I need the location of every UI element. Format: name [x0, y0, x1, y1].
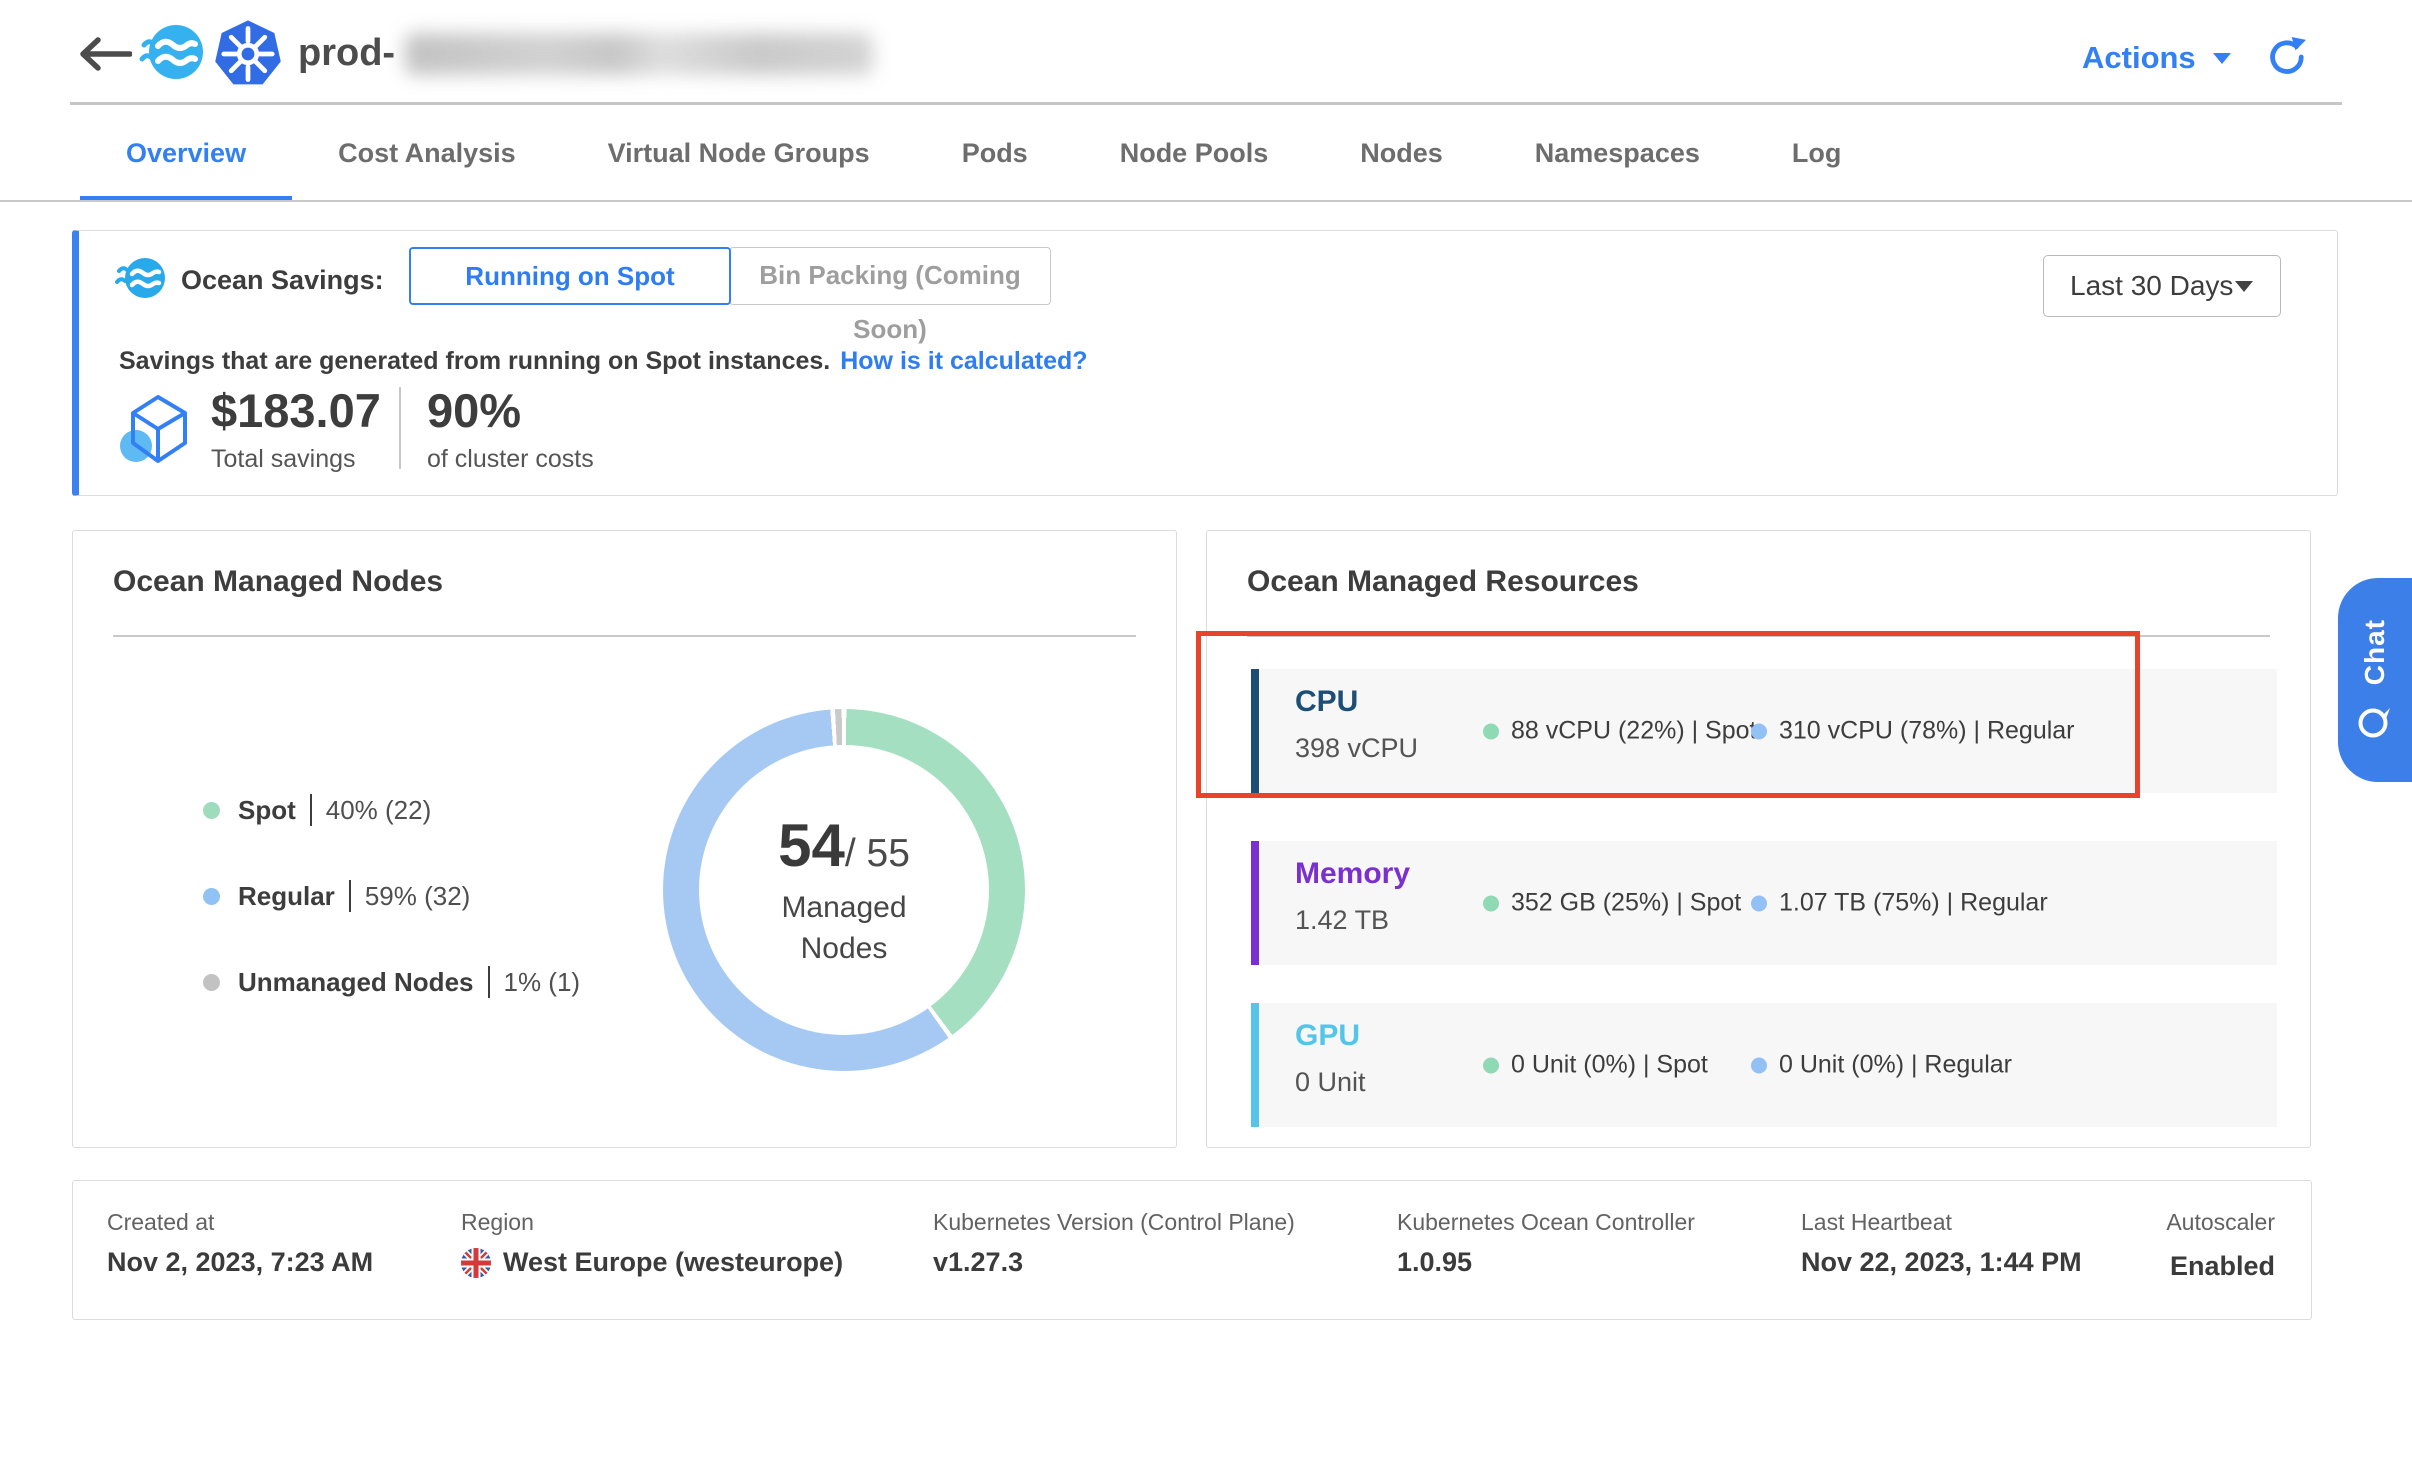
resources-card-title: Ocean Managed Resources [1247, 565, 1639, 599]
running-on-spot-button[interactable]: Running on Spot [409, 247, 731, 305]
resources-card-divider [1247, 635, 2270, 637]
regular-dot-icon [1751, 895, 1767, 911]
savings-label: Ocean Savings: [181, 265, 384, 296]
legend-item-spot: Spot 40% (22) [203, 793, 580, 827]
actions-button[interactable]: Actions [2082, 40, 2232, 76]
donut-center: 54/ 55 Managed Nodes [699, 745, 989, 1035]
regular-dot-icon [1751, 723, 1767, 739]
page-title: prod- [298, 32, 873, 75]
memory-row: Memory 1.42 TB 352 GB (25%) | Spot 1.07 … [1251, 841, 2277, 965]
ocean-wave-icon [115, 255, 167, 301]
page: prod- Actions Overview Cost Analysis Vir… [0, 0, 2412, 1478]
chat-label: Chat [2359, 619, 2391, 685]
legend-item-unmanaged: Unmanaged Nodes 1% (1) [203, 965, 580, 999]
tabs-divider [0, 200, 2412, 202]
tab-namespaces[interactable]: Namespaces [1489, 105, 1746, 202]
gpu-regular-stat: 0 Unit (0%) | Regular [1751, 1051, 2012, 1080]
how-calculated-link[interactable]: How is it calculated? [840, 347, 1087, 375]
chat-bubble-icon [2356, 703, 2394, 741]
savings-cube-icon [119, 389, 197, 471]
gpu-row: GPU 0 Unit 0 Unit (0%) | Spot 0 Unit (0%… [1251, 1003, 2277, 1127]
tab-overview[interactable]: Overview [80, 105, 292, 202]
legend-item-regular: Regular 59% (32) [203, 879, 580, 913]
savings-toggle: Running on Spot Bin Packing (Coming Soon… [409, 247, 1051, 305]
tab-node-pools[interactable]: Node Pools [1074, 105, 1315, 202]
memory-regular-stat: 1.07 TB (75%) | Regular [1751, 889, 2048, 918]
autoscaler-status-badge: Enabled [2166, 1251, 2275, 1282]
cluster-info-footer: Created at Nov 2, 2023, 7:23 AM Region W… [72, 1180, 2312, 1320]
refresh-icon[interactable] [2264, 36, 2306, 78]
tab-nodes[interactable]: Nodes [1314, 105, 1489, 202]
kubernetes-logo-icon [214, 19, 282, 89]
savings-description: Savings that are generated from running … [119, 347, 1088, 376]
chat-button[interactable]: Chat [2338, 578, 2412, 782]
cluster-cost-percent-label: of cluster costs [427, 445, 594, 474]
managed-count: 54 [778, 812, 845, 879]
nodes-card-title: Ocean Managed Nodes [113, 565, 443, 599]
total-savings-value: $183.07 [211, 383, 381, 438]
autoscaler-column: Autoscaler Enabled [2166, 1181, 2275, 1319]
gpu-spot-stat: 0 Unit (0%) | Spot [1483, 1051, 1708, 1080]
tab-virtual-node-groups[interactable]: Virtual Node Groups [562, 105, 916, 202]
chevron-down-icon [2212, 51, 2232, 65]
spot-dot-icon [203, 802, 220, 819]
cpu-row: CPU 398 vCPU 88 vCPU (22%) | Spot 310 vC… [1251, 669, 2277, 793]
savings-divider [399, 387, 401, 469]
cpu-regular-stat: 310 vCPU (78%) | Regular [1751, 717, 2075, 746]
uk-flag-icon [461, 1248, 491, 1278]
ocean-managed-resources-card: Ocean Managed Resources CPU 398 vCPU 88 … [1206, 530, 2311, 1148]
memory-spot-stat: 352 GB (25%) | Spot [1483, 889, 1741, 918]
spot-dot-icon [1483, 895, 1499, 911]
tab-cost-analysis[interactable]: Cost Analysis [292, 105, 562, 202]
total-savings-label: Total savings [211, 445, 356, 474]
header: prod- Actions [0, 0, 2412, 104]
cpu-spot-stat: 88 vCPU (22%) | Spot [1483, 717, 1756, 746]
back-arrow-icon[interactable] [78, 36, 132, 72]
cluster-cost-percent-value: 90% [427, 383, 521, 438]
total-count: / 55 [845, 832, 910, 875]
unmanaged-dot-icon [203, 974, 220, 991]
tab-bar: Overview Cost Analysis Virtual Node Grou… [80, 105, 1887, 202]
regular-dot-icon [203, 888, 220, 905]
tab-pods[interactable]: Pods [916, 105, 1074, 202]
tab-log[interactable]: Log [1746, 105, 1887, 202]
spot-dot-icon [1483, 1057, 1499, 1073]
spot-dot-icon [1483, 723, 1499, 739]
spot-ocean-logo-icon [138, 19, 204, 85]
nodes-card-divider [113, 635, 1136, 637]
bin-packing-button[interactable]: Bin Packing (Coming Soon) [729, 247, 1051, 305]
chevron-down-icon [2234, 279, 2254, 293]
redacted-cluster-name [405, 33, 873, 75]
donut-center-label: Managed Nodes [744, 888, 944, 969]
nodes-legend: Spot 40% (22) Regular 59% (32) Unmanaged… [203, 793, 580, 1051]
period-dropdown[interactable]: Last 30 Days [2043, 255, 2281, 317]
regular-dot-icon [1751, 1057, 1767, 1073]
ocean-managed-nodes-card: Ocean Managed Nodes Spot 40% (22) Regula… [72, 530, 1177, 1148]
donut-chart: 54/ 55 Managed Nodes [663, 709, 1025, 1071]
ocean-savings-panel: Ocean Savings: Running on Spot Bin Packi… [72, 230, 2338, 496]
